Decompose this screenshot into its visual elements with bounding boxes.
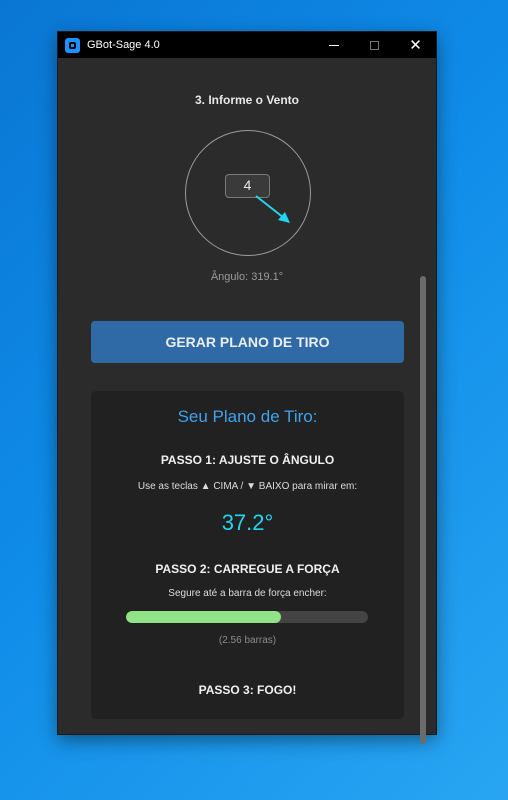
close-button[interactable]: ✕ (395, 32, 436, 58)
app-icon (65, 37, 80, 53)
aim-angle-value: 37.2° (221, 510, 274, 535)
plan-title: Seu Plano de Tiro: (177, 407, 318, 426)
step1-heading: PASSO 1: AJUSTE O ÂNGULO (160, 453, 335, 467)
step2-heading: PASSO 2: CARREGUE A FORÇA (155, 562, 340, 576)
shot-plan-card: Seu Plano de Tiro: PASSO 1: AJUSTE O ÂNG… (91, 391, 404, 719)
wind-arrow-icon (255, 195, 290, 223)
vertical-scrollbar[interactable] (420, 276, 426, 744)
scroll-area[interactable]: 3. Informe o Vento 4 Ângulo: 319.1° GERA… (64, 64, 430, 730)
power-bar (126, 611, 368, 623)
minimize-icon (328, 44, 339, 46)
minimize-button[interactable] (313, 32, 354, 58)
power-bar-fill (126, 611, 281, 623)
generate-plan-button[interactable]: GERAR PLANO DE TIRO (91, 321, 404, 363)
wind-section-title: 3. Informe o Vento (194, 93, 299, 107)
app-window: GBot-Sage 4.0 ✕ 3. Informe o Vento 4 Âng… (58, 32, 436, 744)
step3-heading: PASSO 3: FOGO! (198, 683, 297, 697)
window-title: GBot-Sage 4.0 (87, 39, 160, 51)
wind-angle-readout: Ângulo: 319.1° (210, 271, 284, 283)
main-content: 3. Informe o Vento 4 Ângulo: 319.1° GERA… (58, 58, 436, 744)
maximize-icon (370, 40, 379, 50)
maximize-button[interactable] (354, 32, 395, 58)
close-icon: ✕ (409, 36, 422, 54)
title-bar[interactable]: GBot-Sage 4.0 ✕ (58, 32, 436, 58)
step1-description: Use as teclas ▲ CIMA / ▼ BAIXO para mira… (137, 481, 358, 492)
step2-description: Segure até a barra de força encher: (168, 588, 327, 599)
power-bars-note: (2.56 barras) (218, 635, 277, 646)
